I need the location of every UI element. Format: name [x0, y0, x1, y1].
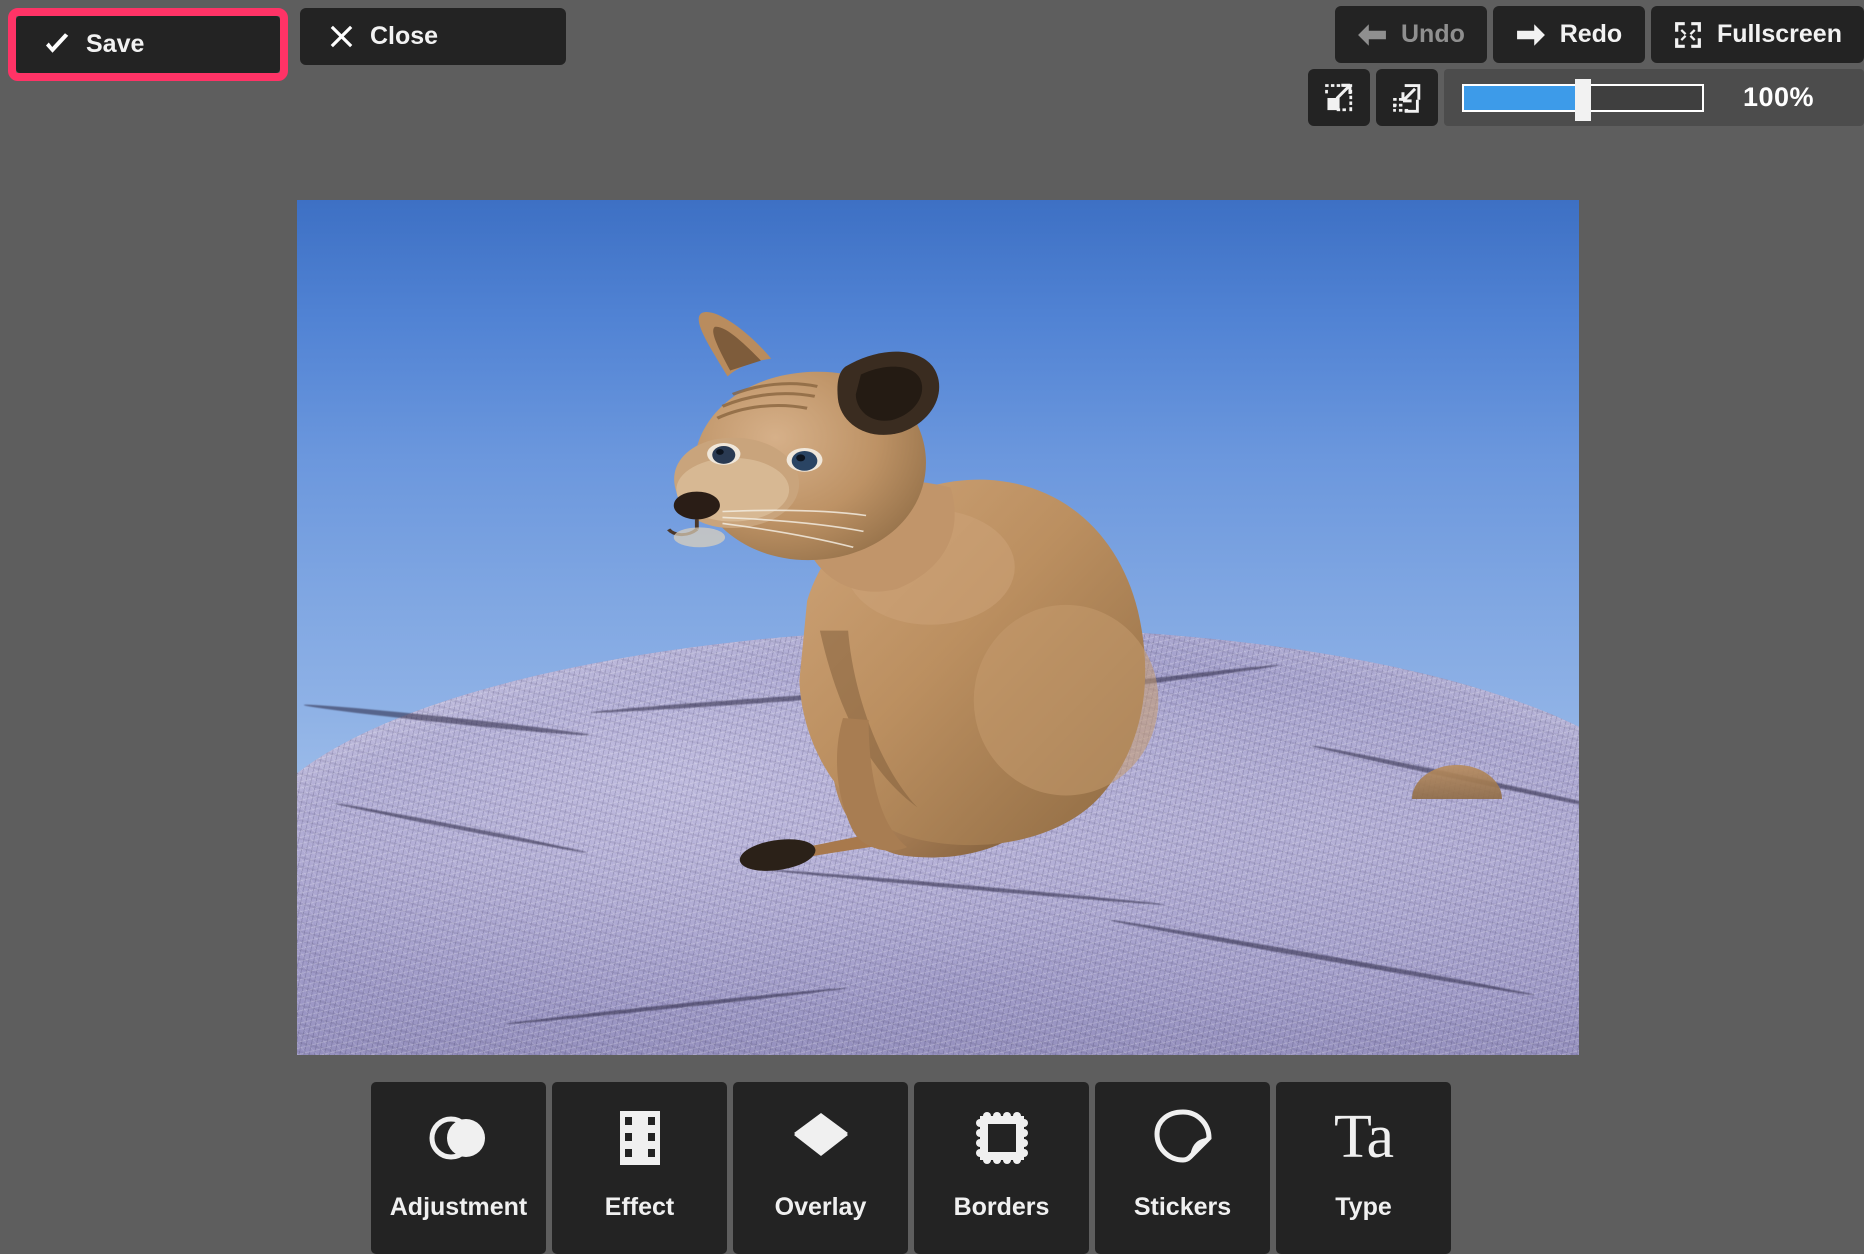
redo-button-label: Redo — [1560, 20, 1623, 49]
redo-button[interactable]: Redo — [1493, 6, 1645, 63]
undo-button[interactable]: Undo — [1335, 6, 1487, 63]
tool-button-row: Adjustment Effect — [371, 1082, 1451, 1254]
close-button[interactable]: Close — [300, 8, 566, 65]
close-x-icon — [326, 22, 356, 52]
tool-effect-button[interactable]: Effect — [552, 1082, 727, 1254]
tool-label: Type — [1335, 1195, 1392, 1220]
sticker-peel-icon — [1152, 1107, 1214, 1169]
arrow-left-icon — [1357, 20, 1387, 50]
type-Ta-icon: Ta — [1333, 1107, 1395, 1169]
tool-label: Adjustment — [390, 1195, 528, 1220]
fullscreen-button-label: Fullscreen — [1717, 20, 1842, 49]
photo-preview[interactable] — [297, 200, 1579, 1055]
save-button[interactable]: Save — [16, 16, 280, 73]
stamp-frame-icon — [971, 1107, 1033, 1169]
save-button-label: Save — [86, 32, 144, 57]
tool-label: Overlay — [775, 1195, 867, 1220]
lion-cub-subject — [643, 303, 1181, 919]
tool-adjustment-button[interactable]: Adjustment — [371, 1082, 546, 1254]
tool-label: Stickers — [1134, 1195, 1231, 1220]
layers-icon — [790, 1107, 852, 1169]
tool-label: Borders — [954, 1195, 1050, 1220]
zoom-slider-thumb[interactable] — [1575, 79, 1591, 121]
film-strip-icon — [609, 1107, 671, 1169]
top-left-actions: Save Close — [8, 8, 566, 81]
contrast-circles-icon — [428, 1107, 490, 1169]
zoom-level-label: 100% — [1722, 82, 1814, 113]
save-highlight-outline: Save — [8, 8, 288, 81]
tool-type-button[interactable]: Ta Type — [1276, 1082, 1451, 1254]
editor-canvas[interactable] — [0, 145, 1864, 1076]
history-and-view-row: Undo Redo — [1335, 6, 1864, 63]
top-right-actions: Undo Redo — [1308, 6, 1864, 126]
tool-borders-button[interactable]: Borders — [914, 1082, 1089, 1254]
fullscreen-icon — [1673, 20, 1703, 50]
zoom-expand-icon — [1324, 83, 1354, 113]
check-icon — [42, 30, 72, 60]
fullscreen-button[interactable]: Fullscreen — [1651, 6, 1864, 63]
zoom-slider-fill — [1464, 86, 1583, 110]
tool-stickers-button[interactable]: Stickers — [1095, 1082, 1270, 1254]
arrow-right-icon — [1516, 20, 1546, 50]
zoom-shrink-button[interactable] — [1376, 69, 1438, 126]
zoom-controls-row: 100% — [1308, 69, 1864, 126]
tool-label: Effect — [605, 1195, 674, 1220]
zoom-slider-container: 100% — [1444, 69, 1864, 126]
undo-button-label: Undo — [1401, 20, 1465, 49]
close-button-label: Close — [370, 24, 438, 49]
zoom-expand-button[interactable] — [1308, 69, 1370, 126]
zoom-slider[interactable] — [1462, 84, 1704, 112]
tool-overlay-button[interactable]: Overlay — [733, 1082, 908, 1254]
type-glyph: Ta — [1334, 1108, 1393, 1167]
zoom-shrink-icon — [1392, 83, 1422, 113]
top-toolbar: Save Close Undo — [0, 0, 1864, 145]
bottom-toolbar: Adjustment Effect — [0, 1076, 1864, 1254]
